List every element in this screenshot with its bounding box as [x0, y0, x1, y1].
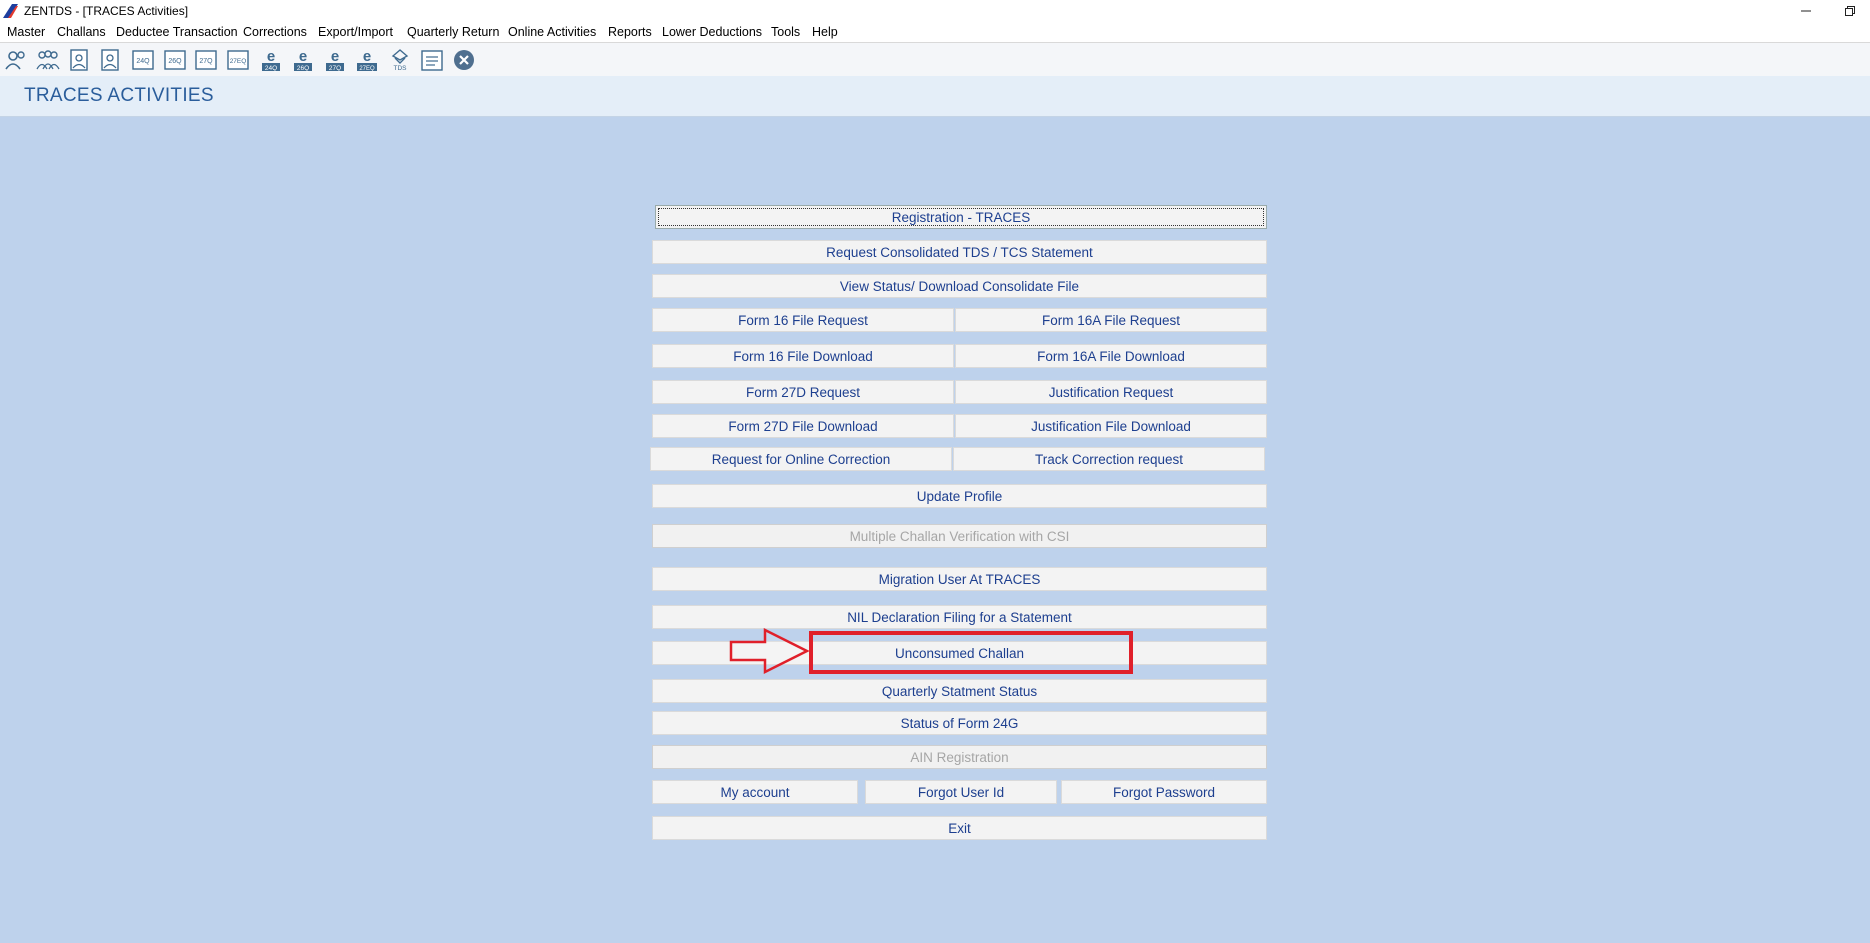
deductees-icon[interactable]	[35, 48, 61, 72]
toolbar-label-e26q: 26Q	[297, 65, 309, 72]
menu-corrections[interactable]: Corrections	[243, 25, 307, 39]
menu-reports[interactable]: Reports	[608, 25, 652, 39]
title-bar: ZENTDS - [TRACES Activities]	[0, 0, 1870, 22]
form-26q-icon[interactable]	[98, 48, 124, 72]
multiple-challan-verification-button: Multiple Challan Verification with CSI	[652, 524, 1267, 548]
menu-challans[interactable]: Challans	[57, 25, 106, 39]
menu-deductee-transaction[interactable]: Deductee Transaction	[116, 25, 238, 39]
menu-help[interactable]: Help	[812, 25, 838, 39]
view-status-download-button[interactable]: View Status/ Download Consolidate File	[652, 274, 1267, 298]
toolbar-label-27eq: 27EQ	[230, 58, 247, 65]
menu-lower-deductions[interactable]: Lower Deductions	[662, 25, 762, 39]
migration-user-button[interactable]: Migration User At TRACES	[652, 567, 1267, 591]
restore-button[interactable]	[1830, 0, 1870, 22]
app-logo-icon	[3, 4, 18, 18]
forgot-user-id-button[interactable]: Forgot User Id	[865, 780, 1057, 804]
highlight-annotation-box	[809, 631, 1133, 674]
toolbar-label-e27q: 27Q	[329, 65, 341, 72]
form16a-file-download-button[interactable]: Form 16A File Download	[955, 344, 1267, 368]
form16-file-download-button[interactable]: Form 16 File Download	[652, 344, 954, 368]
page-header: TRACES ACTIVITIES	[0, 76, 1870, 117]
justification-request-button[interactable]: Justification Request	[955, 380, 1267, 404]
form-24q-icon[interactable]	[67, 48, 93, 72]
page-title: TRACES ACTIVITIES	[24, 85, 214, 106]
request-online-correction-button[interactable]: Request for Online Correction	[650, 447, 952, 471]
form-27q-file-icon[interactable]: 27Q	[193, 48, 219, 72]
nil-declaration-button[interactable]: NIL Declaration Filing for a Statement	[652, 605, 1267, 629]
deductor-icon[interactable]	[4, 48, 30, 72]
tds-icon[interactable]: TDS	[387, 48, 413, 72]
form-26q-file-icon[interactable]: 26Q	[162, 48, 188, 72]
my-account-button[interactable]: My account	[652, 780, 858, 804]
e-26q-icon[interactable]: e 26Q	[290, 48, 316, 72]
e-27eq-icon[interactable]: e 27EQ	[354, 48, 380, 72]
request-consolidated-statement-button[interactable]: Request Consolidated TDS / TCS Statement	[652, 240, 1267, 264]
close-icon[interactable]	[451, 48, 477, 72]
restore-icon	[1845, 6, 1855, 16]
window-title: ZENTDS - [TRACES Activities]	[24, 4, 189, 18]
toolbar-label-e27eq: 27EQ	[359, 66, 375, 72]
menu-export-import[interactable]: Export/Import	[318, 25, 393, 39]
track-correction-request-button[interactable]: Track Correction request	[953, 447, 1265, 471]
svg-text:e: e	[267, 48, 275, 65]
e-24q-icon[interactable]: e 24Q	[258, 48, 284, 72]
form16a-file-request-button[interactable]: Form 16A File Request	[955, 308, 1267, 332]
menu-tools[interactable]: Tools	[771, 25, 800, 39]
svg-text:e: e	[299, 48, 307, 65]
minimize-button[interactable]	[1786, 0, 1826, 22]
form27d-request-button[interactable]: Form 27D Request	[652, 380, 954, 404]
form27d-file-download-button[interactable]: Form 27D File Download	[652, 414, 954, 438]
svg-text:e: e	[331, 48, 339, 65]
toolbar: 24Q 26Q 27Q 27EQ e 24Q e 26Q e 27Q e 27E…	[0, 43, 1870, 76]
right-arrow-icon	[729, 628, 809, 674]
toolbar-label-tds: TDS	[394, 65, 408, 72]
form-27eq-file-icon[interactable]: 27EQ	[225, 48, 251, 72]
update-profile-button[interactable]: Update Profile	[652, 484, 1267, 508]
registration-traces-button[interactable]: Registration - TRACES	[655, 205, 1267, 229]
toolbar-label-26q: 26Q	[168, 58, 182, 65]
quarterly-statement-status-button[interactable]: Quarterly Statment Status	[652, 679, 1267, 703]
forgot-password-button[interactable]: Forgot Password	[1061, 780, 1267, 804]
menu-bar: Master Challans Deductee Transaction Cor…	[0, 22, 1870, 43]
ain-registration-button: AIN Registration	[652, 745, 1267, 769]
menu-quarterly-return[interactable]: Quarterly Return	[407, 25, 499, 39]
exit-button[interactable]: Exit	[652, 816, 1267, 840]
form-24q-file-icon[interactable]: 24Q	[130, 48, 156, 72]
toolbar-label-24q: 24Q	[136, 58, 150, 65]
justification-file-download-button[interactable]: Justification File Download	[955, 414, 1267, 438]
e-27q-icon[interactable]: e 27Q	[322, 48, 348, 72]
minimize-icon	[1801, 10, 1811, 12]
menu-online-activities[interactable]: Online Activities	[508, 25, 596, 39]
menu-master[interactable]: Master	[7, 25, 45, 39]
toolbar-label-27q: 27Q	[199, 58, 213, 65]
svg-text:e: e	[363, 48, 371, 65]
form16-file-request-button[interactable]: Form 16 File Request	[652, 308, 954, 332]
report-icon[interactable]	[419, 48, 445, 72]
status-form-24g-button[interactable]: Status of Form 24G	[652, 711, 1267, 735]
toolbar-label-e24q: 24Q	[265, 65, 277, 72]
